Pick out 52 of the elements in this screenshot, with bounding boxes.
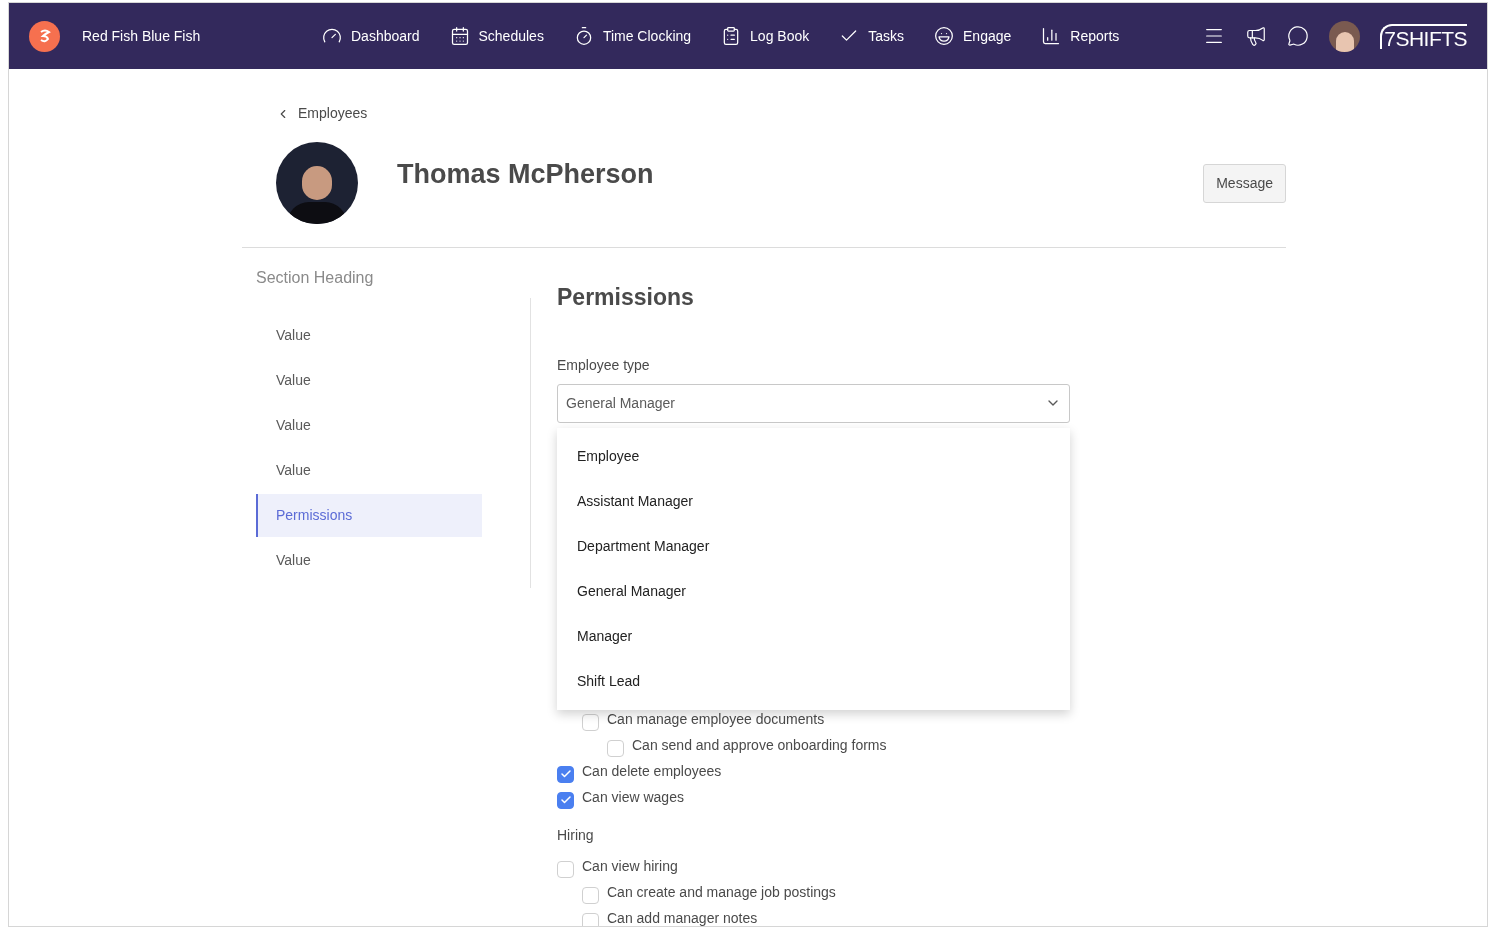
nav-link[interactable]: Time Clocking <box>573 25 692 47</box>
checkbox-label: Can create and manage job postings <box>607 882 836 902</box>
user-avatar[interactable] <box>1329 20 1361 52</box>
bar-chart-icon <box>1041 26 1062 46</box>
dropdown-option[interactable]: Employee <box>557 433 1070 479</box>
permissions-title: Permissions <box>557 283 695 312</box>
dropdown-option[interactable]: Manager <box>557 613 1070 659</box>
checkbox-label: Can add manager notes <box>607 908 758 926</box>
sidebar-item[interactable]: Value <box>256 359 482 402</box>
checkbox[interactable] <box>557 860 574 878</box>
dropdown-option[interactable]: Shift Lead <box>557 658 1070 704</box>
checkbox[interactable] <box>557 791 574 809</box>
dropdown-option[interactable]: Department Manager <box>557 523 1070 569</box>
dropdown-option[interactable]: General Manager <box>557 568 1070 614</box>
checkbox[interactable] <box>557 765 574 783</box>
brand-logo: 7SHIFTS <box>1380 23 1467 49</box>
nav-link[interactable]: Dashboard <box>322 25 420 47</box>
checkbox[interactable] <box>582 886 599 904</box>
checkmark-icon <box>559 768 572 780</box>
checkbox-label: Can view hiring <box>582 856 678 876</box>
sidebar-item[interactable]: Value <box>256 539 482 582</box>
nav-link[interactable]: Engage <box>934 25 1012 47</box>
sidebar-item[interactable]: Value <box>256 314 482 357</box>
sidebar-item[interactable]: Permissions <box>256 494 482 537</box>
checkbox[interactable] <box>582 912 599 926</box>
smiley-icon <box>934 26 955 46</box>
chat-icon[interactable] <box>1287 25 1310 47</box>
dropdown-option[interactable]: Assistant Manager <box>557 478 1070 524</box>
nav-link[interactable]: Reports <box>1041 25 1120 47</box>
checkbox-label: Can view wages <box>582 787 684 807</box>
checkbox[interactable] <box>607 739 624 757</box>
megaphone-icon[interactable] <box>1245 25 1268 47</box>
brand-logo-icon <box>29 20 60 52</box>
calendar-icon <box>449 26 470 46</box>
message-button[interactable]: Message <box>1203 163 1286 203</box>
employee-type-select[interactable]: General Manager <box>557 383 1070 423</box>
checkbox-label: Can manage employee documents <box>607 709 825 729</box>
nav-link[interactable]: Schedules <box>449 25 544 47</box>
brand-name: Red Fish Blue Fish <box>82 26 202 46</box>
employee-name: Thomas McPherson <box>397 158 654 191</box>
field-label: Employee type <box>557 355 651 375</box>
checkbox-label: Can delete employees <box>582 761 722 781</box>
section-heading: Section Heading <box>256 268 375 288</box>
back-link[interactable]: Employees <box>276 103 1286 124</box>
sidebar-item[interactable]: Value <box>256 449 482 492</box>
nav-link[interactable]: Tasks <box>839 25 905 47</box>
checkmark-icon <box>559 794 572 806</box>
checkbox[interactable] <box>582 713 599 731</box>
nav-link[interactable]: Log Book <box>721 25 810 47</box>
checkbox-label: Can send and approve onboarding forms <box>632 735 887 755</box>
permission-section-heading: Hiring <box>557 825 595 845</box>
sidebar-item[interactable]: Value <box>256 404 482 447</box>
